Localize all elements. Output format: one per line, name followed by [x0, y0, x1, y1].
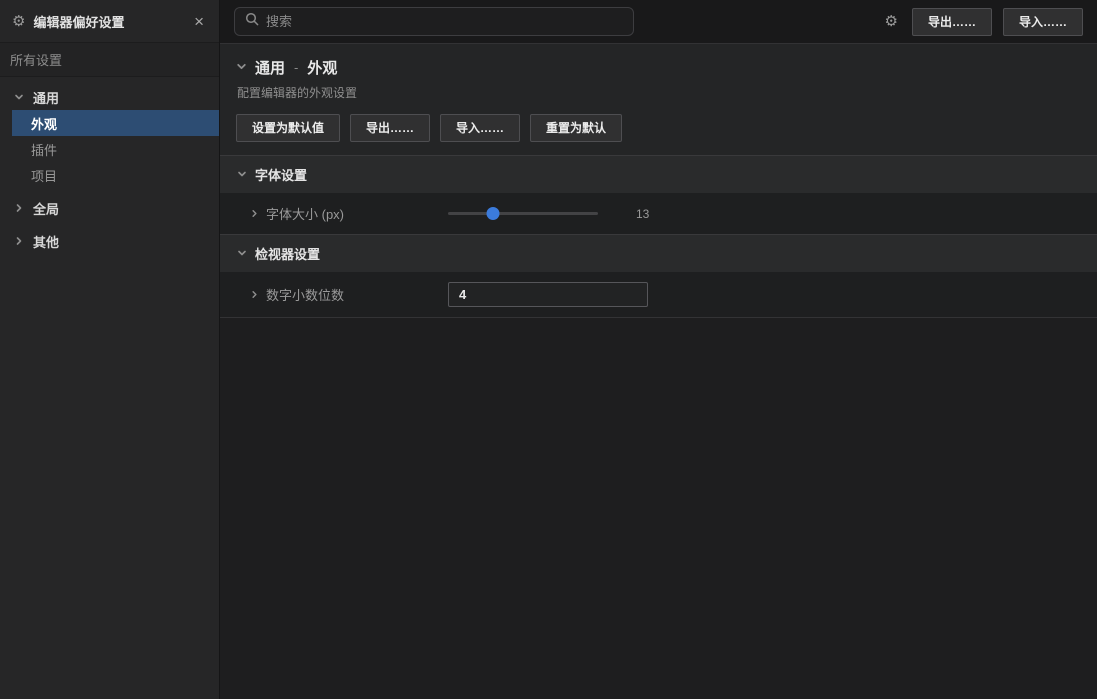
- decimal-places-label-group[interactable]: 数字小数位数: [220, 285, 448, 304]
- font-size-label-group[interactable]: 字体大小 (px): [220, 204, 448, 223]
- tree-item-label: 通用: [33, 88, 59, 107]
- page-title: 外观: [307, 57, 337, 78]
- tree-item-general[interactable]: 通用: [0, 84, 219, 110]
- font-size-value: 13: [636, 207, 649, 221]
- tree-item-global[interactable]: 全局: [0, 195, 219, 221]
- tree-item-label: 插件: [31, 140, 57, 159]
- tree-item-other[interactable]: 其他: [0, 228, 219, 254]
- slider-thumb[interactable]: [487, 207, 500, 220]
- font-size-row: 字体大小 (px) 13: [220, 193, 1097, 234]
- breadcrumb-parent: 通用: [255, 57, 285, 78]
- editor-preferences-window: ⚙ 编辑器偏好设置 × 所有设置 通用 外观 插件 项目: [0, 0, 1097, 699]
- search-input[interactable]: [266, 14, 623, 29]
- import-settings-button[interactable]: 导入……: [440, 114, 520, 142]
- page-description: 配置编辑器的外观设置: [237, 84, 1081, 101]
- chevron-right-icon: [250, 206, 259, 221]
- tree-item-label: 项目: [31, 166, 57, 185]
- decimal-places-input[interactable]: [448, 282, 648, 307]
- import-button[interactable]: 导入……: [1003, 8, 1083, 36]
- sidebar-item-all-settings[interactable]: 所有设置: [0, 43, 219, 77]
- main-panel: ⚙ 导出…… 导入…… 通用 - 外观 配置编辑器的外观设置 设置为默认值 导出…: [220, 0, 1097, 699]
- set-default-button[interactable]: 设置为默认值: [236, 114, 340, 142]
- tree-item-label: 全局: [33, 199, 59, 218]
- topbar-actions: ⚙ 导出…… 导入……: [885, 8, 1083, 36]
- breadcrumb: 通用 - 外观: [236, 57, 1081, 78]
- chevron-right-icon: [14, 201, 24, 216]
- chevron-down-icon: [14, 90, 24, 105]
- content-empty-area: [220, 317, 1097, 699]
- chevron-right-icon: [250, 287, 259, 302]
- sidebar-header: ⚙ 编辑器偏好设置 ×: [0, 0, 219, 43]
- font-size-slider[interactable]: [448, 207, 598, 221]
- settings-tree: 通用 外观 插件 项目 全局 其他: [0, 77, 219, 254]
- sidebar: ⚙ 编辑器偏好设置 × 所有设置 通用 外观 插件 项目: [0, 0, 220, 699]
- chevron-down-icon: [237, 246, 247, 261]
- page-actions: 设置为默认值 导出…… 导入…… 重置为默认: [236, 114, 1081, 142]
- section-font-settings[interactable]: 字体设置: [220, 155, 1097, 193]
- decimal-places-row: 数字小数位数: [220, 272, 1097, 317]
- search-box[interactable]: [234, 7, 634, 36]
- tree-item-appearance[interactable]: 外观: [12, 110, 219, 136]
- topbar: ⚙ 导出…… 导入……: [220, 0, 1097, 44]
- chevron-right-icon: [14, 234, 24, 249]
- window-title: 编辑器偏好设置: [33, 12, 183, 31]
- section-inspector-settings[interactable]: 检视器设置: [220, 234, 1097, 272]
- export-button[interactable]: 导出……: [912, 8, 992, 36]
- tree-item-plugins[interactable]: 插件: [0, 136, 219, 162]
- tree-item-projects[interactable]: 项目: [0, 162, 219, 188]
- chevron-down-icon: [237, 167, 247, 182]
- slider-track[interactable]: [448, 212, 598, 215]
- decimal-places-label: 数字小数位数: [266, 285, 344, 304]
- export-settings-button[interactable]: 导出……: [350, 114, 430, 142]
- breadcrumb-separator: -: [293, 60, 299, 75]
- section-title: 检视器设置: [255, 244, 320, 263]
- settings-gear-icon[interactable]: ⚙: [885, 14, 898, 29]
- tree-item-label: 其他: [33, 232, 59, 251]
- close-icon[interactable]: ×: [191, 13, 207, 30]
- chevron-down-icon[interactable]: [236, 59, 247, 77]
- tree-item-label: 外观: [31, 114, 57, 133]
- section-title: 字体设置: [255, 165, 307, 184]
- page-header: 通用 - 外观 配置编辑器的外观设置 设置为默认值 导出…… 导入…… 重置为默…: [220, 44, 1097, 155]
- search-icon: [245, 12, 259, 31]
- font-size-label: 字体大小 (px): [266, 204, 344, 223]
- gear-icon: ⚙: [12, 14, 25, 29]
- reset-default-button[interactable]: 重置为默认: [530, 114, 622, 142]
